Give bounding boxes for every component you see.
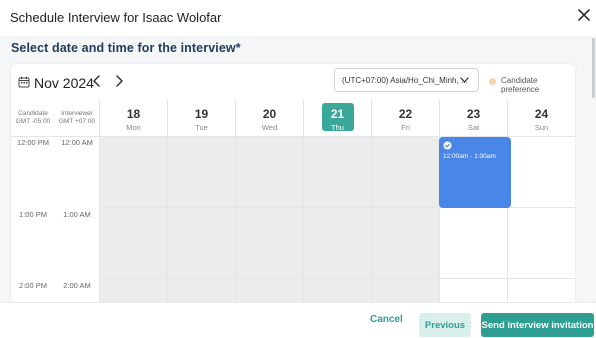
month-label: Nov 2024 bbox=[34, 75, 94, 91]
day-header-22: 22 Fri bbox=[371, 100, 439, 136]
candidate-col-label: Candidate bbox=[18, 110, 48, 117]
time-slot-past bbox=[167, 279, 235, 302]
previous-button[interactable]: Previous bbox=[419, 313, 471, 337]
calendar-toolbar: Nov 2024 (UTC+07:00) Asia/Ho_Chi_Minh, .… bbox=[11, 64, 575, 100]
calendar-icon bbox=[18, 76, 30, 88]
day-number: 21 bbox=[330, 107, 345, 121]
time-slot-past bbox=[99, 279, 167, 302]
candidate-preference-swatch bbox=[489, 78, 496, 85]
interviewer-timezone-header: Interviewer GMT +07:00 bbox=[55, 110, 99, 126]
close-icon[interactable] bbox=[577, 8, 591, 22]
time-slot[interactable] bbox=[507, 279, 575, 302]
interviewer-col-offset: GMT +07:00 bbox=[58, 118, 96, 125]
chevron-right-icon[interactable] bbox=[112, 74, 126, 88]
day-header-19: 19 Tue bbox=[167, 100, 235, 136]
time-slot-past bbox=[99, 137, 167, 208]
time-slot-past bbox=[371, 137, 439, 208]
chevron-left-icon[interactable] bbox=[90, 74, 104, 88]
selected-interview-slot[interactable]: 12:00am - 1:00am bbox=[439, 137, 511, 208]
candidate-time-label: 12:00 PM bbox=[16, 138, 50, 147]
day-number: 18 bbox=[126, 107, 141, 121]
day-number: 22 bbox=[398, 107, 413, 121]
candidate-time-label: 1:00 PM bbox=[19, 210, 47, 219]
time-slot[interactable] bbox=[507, 208, 575, 279]
time-slot-past bbox=[303, 137, 371, 208]
time-slot[interactable] bbox=[439, 208, 507, 279]
time-slot-past bbox=[371, 208, 439, 279]
time-slot-past bbox=[167, 137, 235, 208]
timezone-select[interactable]: (UTC+07:00) Asia/Ho_Chi_Minh, ... bbox=[334, 68, 479, 92]
candidate-preference-label: Candidate preference bbox=[501, 76, 540, 94]
dialog-title: Schedule Interview for Isaac Wolofar bbox=[10, 10, 222, 25]
candidate-col-offset: GMT -05:00 bbox=[15, 118, 51, 125]
time-slot[interactable] bbox=[507, 137, 575, 208]
time-slot-past bbox=[235, 208, 303, 279]
calendar-card: Nov 2024 (UTC+07:00) Asia/Ho_Chi_Minh, .… bbox=[11, 64, 575, 302]
time-slot-past bbox=[371, 279, 439, 302]
dialog-footer: Cancel Previous Send interview invitatio… bbox=[0, 302, 596, 338]
day-name: Mon bbox=[126, 123, 141, 132]
dialog-header: Schedule Interview for Isaac Wolofar bbox=[0, 0, 596, 36]
day-number: 19 bbox=[194, 107, 209, 121]
day-name: Sat bbox=[467, 123, 480, 132]
interviewer-time-label: 12:00 AM bbox=[61, 138, 93, 147]
cancel-button[interactable]: Cancel bbox=[370, 314, 403, 325]
section-title: Select date and time for the interview* bbox=[11, 41, 241, 55]
week-grid: Candidate GMT -05:00 Interviewer GMT +07… bbox=[11, 100, 575, 302]
day-name: Tue bbox=[195, 123, 208, 132]
time-slot-past bbox=[235, 137, 303, 208]
day-number: 20 bbox=[262, 107, 277, 121]
day-header-24: 24 Sun bbox=[507, 100, 575, 136]
day-name: Fri bbox=[401, 123, 410, 132]
day-header-23: 23 Sat bbox=[439, 100, 507, 136]
chevron-down-icon bbox=[460, 77, 469, 83]
day-name: Wed bbox=[261, 123, 278, 132]
interviewer-time-label: 2:00 AM bbox=[63, 281, 91, 290]
day-header-18: 18 Mon bbox=[99, 100, 167, 136]
day-number: 23 bbox=[466, 107, 481, 121]
day-name: Thu bbox=[331, 123, 344, 132]
candidate-timezone-header: Candidate GMT -05:00 bbox=[11, 110, 55, 126]
timezone-value: (UTC+07:00) Asia/Ho_Chi_Minh, ... bbox=[342, 76, 468, 85]
day-number: 24 bbox=[534, 107, 549, 121]
time-slot-past bbox=[235, 279, 303, 302]
dialog-body: Select date and time for the interview* … bbox=[0, 36, 596, 302]
time-slot-past bbox=[303, 279, 371, 302]
send-invitation-button[interactable]: Send interview invitation bbox=[481, 313, 594, 337]
day-header-21-today: 21 Thu bbox=[303, 100, 371, 136]
candidate-time-label: 2:00 PM bbox=[19, 281, 47, 290]
interviewer-time-label: 1:00 AM bbox=[63, 210, 91, 219]
check-circle-icon bbox=[443, 141, 452, 150]
day-header-20: 20 Wed bbox=[235, 100, 303, 136]
scrollbar-thumb[interactable] bbox=[592, 38, 595, 98]
day-name: Sun bbox=[534, 123, 549, 132]
event-time-label: 12:00am - 1:00am bbox=[443, 153, 496, 160]
time-slot-past bbox=[99, 208, 167, 279]
time-slot[interactable] bbox=[439, 279, 507, 302]
time-slot-past bbox=[303, 208, 371, 279]
time-slot-past bbox=[167, 208, 235, 279]
interviewer-col-label: Interviewer bbox=[61, 110, 93, 117]
